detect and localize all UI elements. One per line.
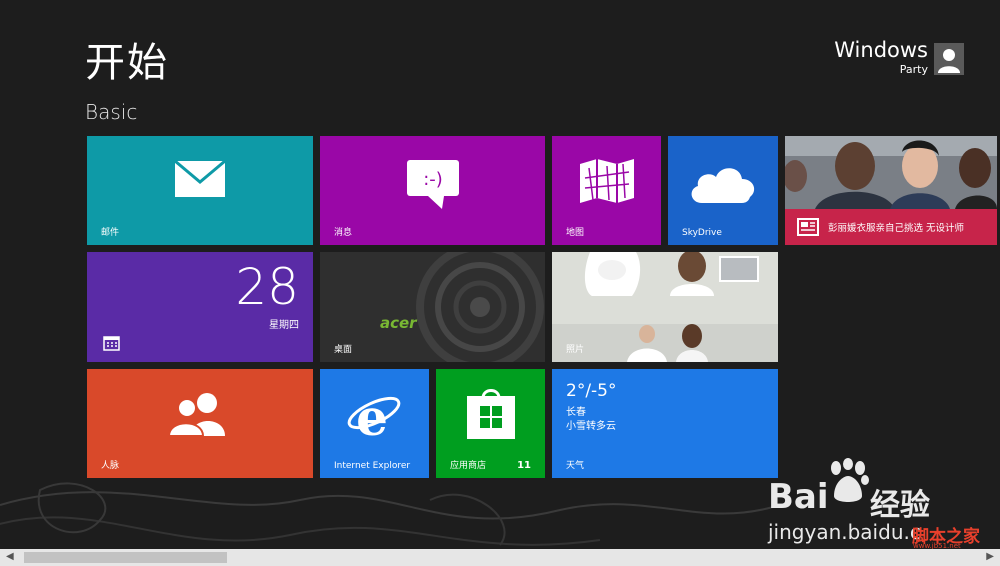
internet-explorer-icon: e — [347, 389, 401, 441]
jingyan-watermark-text: 经验 — [870, 488, 930, 523]
avatar[interactable] — [934, 43, 964, 75]
tile-internet-explorer[interactable]: e Internet Explorer — [320, 369, 429, 478]
tile-skydrive[interactable]: SkyDrive — [668, 136, 778, 245]
news-headline: 彭丽媛衣服亲自己挑选 无设计师 — [828, 223, 965, 234]
news-headline-bar: 彭丽媛衣服亲自己挑选 无设计师 — [785, 209, 997, 245]
acer-logo: acer — [380, 314, 417, 332]
tile-maps[interactable]: 地图 — [552, 136, 661, 245]
tile-weather-label: 天气 — [566, 461, 585, 471]
svg-text::-): :-) — [423, 169, 443, 190]
user-subtitle: Party — [899, 63, 928, 76]
tile-photos-label: 照片 — [566, 345, 585, 355]
desktop-wallpaper-pattern — [416, 252, 544, 362]
tile-photos[interactable]: 照片 — [552, 252, 778, 362]
weather-temperature: 2°/-5° — [566, 381, 617, 401]
newspaper-icon — [797, 218, 819, 236]
people-icon — [169, 393, 225, 436]
tile-calendar[interactable]: 28 星期四 — [87, 252, 313, 362]
tile-ie-label: Internet Explorer — [334, 461, 411, 471]
photos-preview — [552, 252, 778, 362]
svg-text:e: e — [356, 389, 388, 441]
tile-weather[interactable]: 2°/-5° 长春 小雪转多云 天气 — [552, 369, 778, 478]
scroll-right-arrow[interactable]: ▶ — [986, 551, 994, 562]
calendar-day: 28 — [235, 258, 299, 316]
tile-desktop-label: 桌面 — [334, 345, 353, 355]
user-silhouette-icon — [938, 49, 960, 73]
speech-bubble-icon: :-) — [407, 160, 459, 209]
tile-people-label: 人脉 — [101, 461, 120, 471]
news-photo — [785, 136, 997, 209]
calendar-weekday: 星期四 — [269, 320, 299, 331]
weather-condition: 小雪转多云 — [566, 421, 616, 432]
store-bag-icon — [467, 389, 515, 439]
tile-messaging[interactable]: :-) 消息 — [320, 136, 545, 245]
tile-news[interactable]: 彭丽媛衣服亲自己挑选 无设计师 — [785, 136, 997, 245]
tile-skydrive-label: SkyDrive — [682, 228, 722, 238]
tile-mail-label: 邮件 — [101, 228, 120, 238]
group-title: Basic — [85, 100, 138, 124]
start-title: 开始 — [85, 40, 169, 86]
store-update-badge: 11 — [517, 460, 531, 471]
tile-store[interactable]: 应用商店 11 — [436, 369, 545, 478]
cloud-icon — [691, 168, 755, 203]
tile-messaging-label: 消息 — [334, 228, 353, 238]
horizontal-scrollbar[interactable]: ◀ ▶ — [0, 549, 1000, 566]
calendar-icon — [103, 336, 120, 351]
tile-mail[interactable]: 邮件 — [87, 136, 313, 245]
baidu-watermark-text: Bai — [768, 477, 829, 517]
user-name[interactable]: Windows — [834, 38, 928, 62]
tile-people[interactable]: 人脉 — [87, 369, 313, 478]
watermark-url: jingyan.baidu.c — [768, 520, 921, 544]
baidu-paw-icon — [831, 458, 869, 502]
tile-maps-label: 地图 — [566, 228, 585, 238]
scroll-thumb[interactable] — [24, 552, 227, 563]
weather-city: 长春 — [566, 407, 586, 418]
scroll-left-arrow[interactable]: ◀ — [6, 551, 14, 562]
folded-map-icon — [580, 159, 634, 203]
tile-desktop[interactable]: acer 桌面 — [320, 252, 545, 362]
tile-store-label: 应用商店 — [450, 461, 487, 471]
envelope-icon — [174, 160, 226, 197]
